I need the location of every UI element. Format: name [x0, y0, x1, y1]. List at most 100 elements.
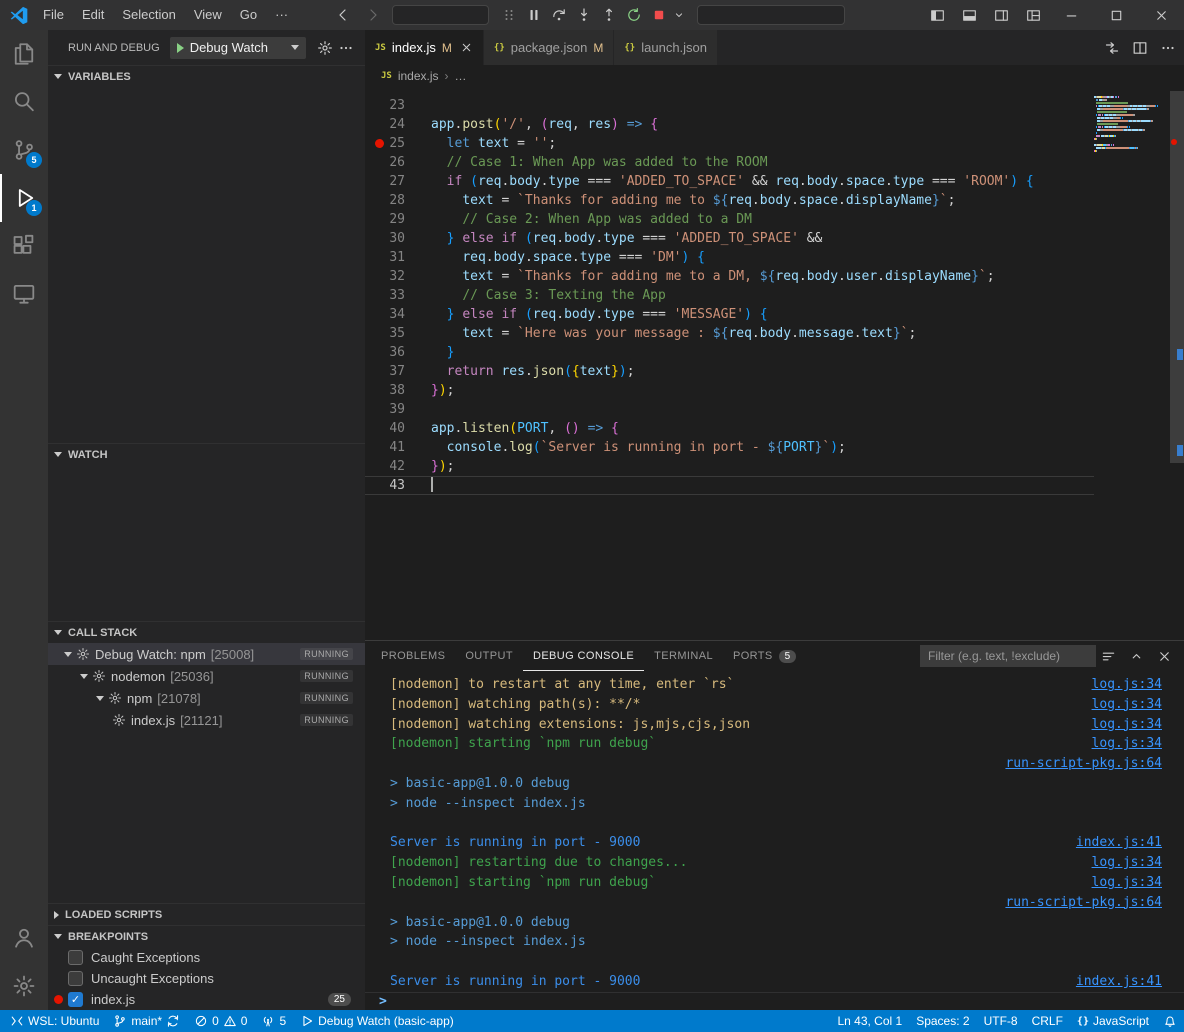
code-line[interactable]: 30 } else if (req.body.type === 'ADDED_T… [365, 229, 1094, 248]
debug-console-output[interactable]: [nodemon] to restart at any time, enter … [365, 671, 1184, 992]
source-link[interactable]: index.js:41 [1076, 972, 1184, 992]
source-link[interactable]: index.js:41 [1076, 833, 1184, 853]
step-into-button[interactable] [572, 3, 596, 27]
filter-lines-icon[interactable] [1101, 649, 1116, 664]
code-line[interactable]: 41 console.log(`Server is running in por… [365, 438, 1094, 457]
breakpoint-checkbox[interactable]: ✓ [68, 992, 83, 1007]
activity-extensions[interactable] [0, 222, 48, 270]
indentation[interactable]: Spaces: 2 [909, 1010, 976, 1032]
menu-edit[interactable]: Edit [73, 4, 113, 26]
code-line[interactable]: 34 } else if (req.body.type === 'MESSAGE… [365, 305, 1094, 324]
breakpoint-item[interactable]: Caught Exceptions [48, 947, 365, 968]
activity-remote-explorer[interactable] [0, 270, 48, 318]
tab-index-js[interactable]: JSindex.jsM [365, 30, 484, 65]
scrollbar-slider[interactable] [1170, 91, 1184, 463]
code-line[interactable]: 42}); [365, 457, 1094, 476]
sidebar-more-icon[interactable] [335, 37, 357, 59]
variables-section-header[interactable]: VARIABLES [48, 65, 365, 87]
code-line[interactable]: 35 text = `Here was your message : ${req… [365, 324, 1094, 343]
toggle-panel-icon[interactable] [953, 0, 985, 30]
console-filter-input[interactable] [920, 645, 1096, 667]
code-line[interactable]: 37 return res.json({text}); [365, 362, 1094, 381]
editor-scrollbar[interactable] [1170, 87, 1184, 640]
close-button[interactable] [1139, 0, 1184, 30]
toggle-primary-sidebar-icon[interactable] [921, 0, 953, 30]
menu-view[interactable]: View [185, 4, 231, 26]
call-stack-item[interactable]: npm[21078]RUNNING [48, 687, 365, 709]
nav-forward-icon[interactable] [363, 5, 383, 25]
code-line[interactable]: 40app.listen(PORT, () => { [365, 419, 1094, 438]
source-link[interactable]: log.js:34 [1092, 873, 1184, 893]
step-out-button[interactable] [597, 3, 621, 27]
panel-tab-problems[interactable]: PROBLEMS [371, 641, 455, 671]
command-center-search[interactable] [392, 5, 489, 25]
call-stack-item[interactable]: Debug Watch: npm[25008]RUNNING [48, 643, 365, 665]
activity-source-control[interactable]: 5 [0, 126, 48, 174]
menu-more[interactable]: ··· [266, 4, 297, 26]
breadcrumb[interactable]: JSindex.js›… [365, 65, 1184, 87]
source-link[interactable]: log.js:34 [1092, 715, 1184, 735]
call-stack-item[interactable]: index.js[21121]RUNNING [48, 709, 365, 731]
git-branch[interactable]: main* [106, 1010, 187, 1032]
breakpoint-checkbox[interactable] [68, 971, 83, 986]
cursor-position[interactable]: Ln 43, Col 1 [827, 1010, 909, 1032]
encoding[interactable]: UTF-8 [977, 1010, 1025, 1032]
source-link[interactable]: run-script-pkg.js:64 [1005, 893, 1184, 913]
split-editor-icon[interactable] [1132, 40, 1148, 56]
breakpoints-section-header[interactable]: BREAKPOINTS [48, 925, 365, 947]
debug-config-dropdown[interactable]: Debug Watch [170, 37, 306, 59]
code-line[interactable]: 38}); [365, 381, 1094, 400]
nav-back-icon[interactable] [333, 5, 353, 25]
call-stack-item[interactable]: nodemon[25036]RUNNING [48, 665, 365, 687]
activity-explorer[interactable] [0, 30, 48, 78]
source-link[interactable]: log.js:34 [1092, 734, 1184, 754]
more-actions-icon[interactable] [1160, 40, 1176, 56]
activity-accounts[interactable] [0, 914, 48, 962]
loaded-scripts-section-header[interactable]: LOADED SCRIPTS [48, 903, 365, 925]
pause-button[interactable] [522, 3, 546, 27]
language-mode[interactable]: {}JavaScript [1070, 1010, 1156, 1032]
start-debugging-icon[interactable] [177, 43, 184, 53]
customize-layout-icon[interactable] [1017, 0, 1049, 30]
debug-settings-gear-icon[interactable] [314, 37, 336, 59]
source-link[interactable]: log.js:34 [1092, 675, 1184, 695]
code-line[interactable]: 39 [365, 400, 1094, 419]
code-line[interactable]: 32 text = `Thanks for adding me to a DM,… [365, 267, 1094, 286]
code-lines[interactable]: 2324app.post('/', (req, res) => {25 let … [365, 87, 1094, 495]
debug-console-input[interactable]: > [365, 992, 1184, 1010]
code-line[interactable]: 31 req.body.space.type === 'DM') { [365, 248, 1094, 267]
minimap[interactable] [1094, 87, 1170, 156]
notifications[interactable] [1156, 1010, 1184, 1032]
command-center-secondary[interactable] [697, 5, 845, 25]
problems[interactable]: 00 [187, 1010, 254, 1032]
tab-launch-json[interactable]: {}launch.json [614, 30, 718, 65]
code-line[interactable]: 36 } [365, 343, 1094, 362]
panel-tab-debug-console[interactable]: DEBUG CONSOLE [523, 641, 644, 671]
stop-button[interactable] [647, 3, 671, 27]
open-changes-icon[interactable] [1104, 40, 1120, 56]
source-link[interactable]: run-script-pkg.js:64 [1005, 754, 1184, 774]
remote-indicator[interactable]: WSL: Ubuntu [0, 1010, 106, 1032]
activity-run-and-debug[interactable]: 1 [0, 174, 48, 222]
code-line[interactable]: 26 // Case 1: When App was added to the … [365, 153, 1094, 172]
breadcrumb-more[interactable]: … [455, 69, 467, 83]
menu-go[interactable]: Go [231, 4, 266, 26]
minimize-button[interactable] [1049, 0, 1094, 30]
panel-tab-output[interactable]: OUTPUT [455, 641, 523, 671]
close-panel-icon[interactable] [1157, 649, 1172, 664]
code-line[interactable]: 27 if (req.body.type === 'ADDED_TO_SPACE… [365, 172, 1094, 191]
breakpoint-checkbox[interactable] [68, 950, 83, 965]
source-link[interactable]: log.js:34 [1092, 695, 1184, 715]
code-line[interactable]: 29 // Case 2: When App was added to a DM [365, 210, 1094, 229]
eol[interactable]: CRLF [1025, 1010, 1070, 1032]
watch-section-header[interactable]: WATCH [48, 443, 365, 465]
breakpoint-item[interactable]: Uncaught Exceptions [48, 968, 365, 989]
code-line[interactable]: 43 [365, 476, 1094, 495]
tab-package-json[interactable]: {}package.jsonM [484, 30, 614, 65]
panel-tab-terminal[interactable]: TERMINAL [644, 641, 723, 671]
maximize-panel-icon[interactable] [1129, 649, 1144, 664]
close-tab-icon[interactable] [460, 41, 473, 54]
code-line[interactable]: 28 text = `Thanks for adding me to ${req… [365, 191, 1094, 210]
breakpoint-dot[interactable] [375, 139, 384, 148]
code-line[interactable]: 33 // Case 3: Texting the App [365, 286, 1094, 305]
